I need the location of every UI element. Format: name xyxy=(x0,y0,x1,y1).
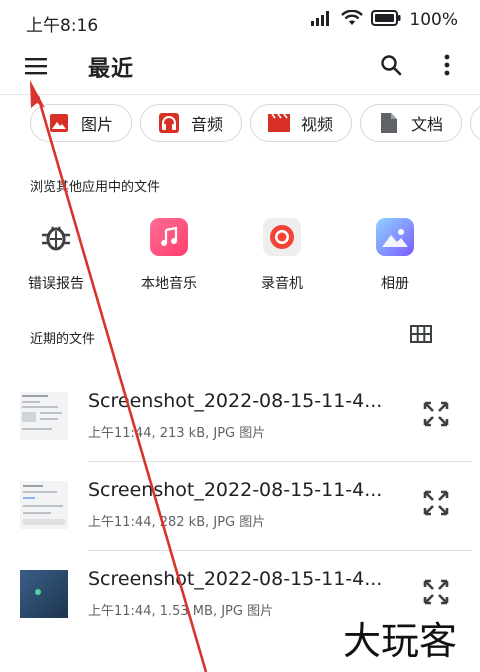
app-bug-report[interactable]: 错误报告 xyxy=(16,218,96,293)
screen: 上午8:16 100% 最近 图片 音频 视频 文档 浏览其他应用中的文件 错误… xyxy=(0,0,480,672)
battery-percent: 100% xyxy=(409,10,458,30)
svg-text:大玩客: 大玩客 xyxy=(343,619,457,663)
battery-icon xyxy=(371,10,401,30)
more-options-button[interactable] xyxy=(432,50,462,84)
expand-icon xyxy=(422,489,450,521)
app-label: 本地音乐 xyxy=(141,276,197,292)
browse-section-label: 浏览其他应用中的文件 xyxy=(30,180,161,195)
gallery-icon xyxy=(376,218,414,256)
file-meta: 上午11:44, 282 kB, JPG 图片 xyxy=(88,515,266,530)
chip-videos[interactable]: 视频 xyxy=(250,104,353,142)
file-meta: 上午11:44, 213 kB, JPG 图片 xyxy=(88,426,266,441)
app-bar-divider xyxy=(0,94,480,95)
chip-label: 图片 xyxy=(81,115,114,134)
file-thumbnail xyxy=(20,481,68,529)
chip-label: 视频 xyxy=(301,115,334,134)
app-gallery[interactable]: 相册 xyxy=(355,218,435,293)
menu-button[interactable] xyxy=(20,52,52,84)
image-icon xyxy=(47,111,71,135)
movie-icon xyxy=(267,111,291,135)
wifi-icon xyxy=(341,9,364,30)
search-icon xyxy=(379,53,403,81)
app-local-music[interactable]: 本地音乐 xyxy=(129,218,209,293)
chip-audio[interactable]: 音频 xyxy=(140,104,243,142)
app-recorder[interactable]: 录音机 xyxy=(242,218,322,293)
row-divider xyxy=(88,461,472,462)
app-label: 相册 xyxy=(381,276,409,292)
status-time: 上午8:16 xyxy=(26,16,99,36)
app-label: 错误报告 xyxy=(28,276,84,292)
file-name: Screenshot_2022-08-15-11-4... xyxy=(88,479,383,501)
file-thumbnail xyxy=(20,392,68,440)
status-icons: 100% xyxy=(311,9,458,30)
search-button[interactable] xyxy=(374,50,408,84)
app-label: 录音机 xyxy=(261,276,303,292)
grid-view-icon xyxy=(410,325,432,347)
recent-section-label: 近期的文件 xyxy=(30,332,96,347)
watermark-logo: 大玩客 xyxy=(326,612,474,666)
expand-preview-button[interactable] xyxy=(420,400,452,432)
file-row[interactable]: Screenshot_2022-08-15-11-4... 上午11:44, 2… xyxy=(0,479,480,569)
music-icon xyxy=(150,218,188,256)
file-name: Screenshot_2022-08-15-11-4... xyxy=(88,390,383,412)
page-title: 最近 xyxy=(88,57,135,82)
chip-label: 音频 xyxy=(191,115,224,134)
bug-icon xyxy=(37,218,75,256)
recorder-icon xyxy=(263,218,301,256)
expand-icon xyxy=(422,400,450,432)
file-row[interactable]: Screenshot_2022-08-15-11-4... 上午11:44, 2… xyxy=(0,390,480,480)
document-icon xyxy=(377,111,401,135)
status-bar: 上午8:16 100% xyxy=(0,0,480,44)
file-thumbnail xyxy=(20,570,68,618)
expand-preview-button[interactable] xyxy=(420,578,452,610)
hamburger-menu-icon xyxy=(24,56,48,80)
grid-view-button[interactable] xyxy=(408,324,434,348)
chip-more[interactable] xyxy=(470,104,480,142)
file-meta: 上午11:44, 1.53 MB, JPG 图片 xyxy=(88,604,274,619)
chip-label: 文档 xyxy=(411,115,444,134)
app-shortcuts: 错误报告 本地音乐 录音机 相册 xyxy=(0,218,480,298)
expand-preview-button[interactable] xyxy=(420,489,452,521)
chip-images[interactable]: 图片 xyxy=(30,104,133,142)
category-chips: 图片 音频 视频 文档 xyxy=(30,104,480,142)
chip-documents[interactable]: 文档 xyxy=(360,104,463,142)
app-bar: 最近 xyxy=(0,44,480,92)
signal-icon xyxy=(311,10,333,30)
headphones-icon xyxy=(157,111,181,135)
row-divider xyxy=(88,550,472,551)
expand-icon xyxy=(422,578,450,610)
more-vert-icon xyxy=(444,54,450,80)
file-name: Screenshot_2022-08-15-11-4... xyxy=(88,568,383,590)
